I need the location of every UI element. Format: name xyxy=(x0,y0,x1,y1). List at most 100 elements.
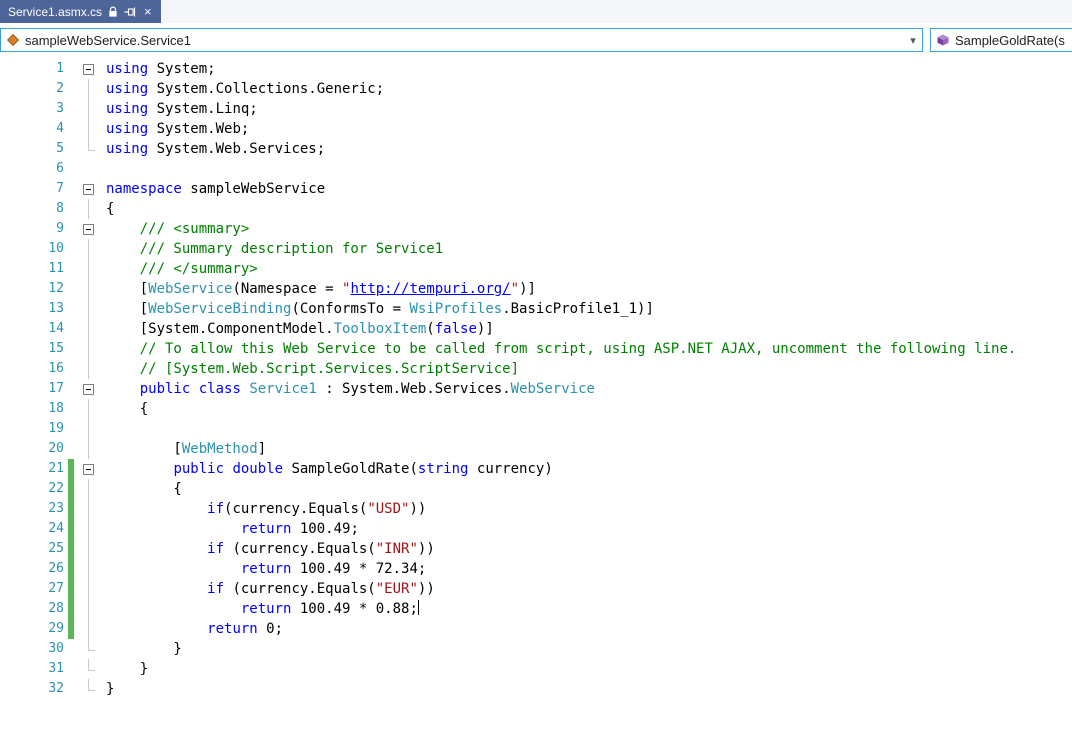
code-line[interactable]: 24 return 100.49; xyxy=(0,519,1072,539)
line-number[interactable]: 9 xyxy=(0,219,64,239)
line-number[interactable]: 10 xyxy=(0,239,64,259)
code-text[interactable]: { xyxy=(104,399,148,419)
code-text[interactable]: public class Service1 : System.Web.Servi… xyxy=(104,379,595,399)
code-text[interactable]: namespace sampleWebService xyxy=(104,179,325,199)
code-line[interactable]: 32} xyxy=(0,679,1072,699)
scope-dropdown[interactable]: sampleWebService.Service1 ▾ xyxy=(0,28,923,52)
code-line[interactable]: 25 if (currency.Equals("INR")) xyxy=(0,539,1072,559)
code-text[interactable]: } xyxy=(104,679,114,699)
code-line[interactable]: 5using System.Web.Services; xyxy=(0,139,1072,159)
code-text[interactable]: using System.Web; xyxy=(104,119,249,139)
code-line[interactable]: 22 { xyxy=(0,479,1072,499)
code-line[interactable]: 13 [WebServiceBinding(ConformsTo = WsiPr… xyxy=(0,299,1072,319)
code-text[interactable]: } xyxy=(104,639,182,659)
code-line[interactable]: 6 xyxy=(0,159,1072,179)
code-text[interactable]: using System.Collections.Generic; xyxy=(104,79,384,99)
line-number[interactable]: 18 xyxy=(0,399,64,419)
collapse-box-icon[interactable] xyxy=(83,64,94,75)
line-number[interactable]: 11 xyxy=(0,259,64,279)
code-text[interactable]: // [System.Web.Script.Services.ScriptSer… xyxy=(104,359,519,379)
code-text[interactable]: [WebMethod] xyxy=(104,439,266,459)
code-line[interactable]: 19 xyxy=(0,419,1072,439)
code-line[interactable]: 4 using System.Web; xyxy=(0,119,1072,139)
code-text[interactable]: return 100.49 * 72.34; xyxy=(104,559,426,579)
line-number[interactable]: 26 xyxy=(0,559,64,579)
code-line[interactable]: 21 public double SampleGoldRate(string c… xyxy=(0,459,1072,479)
code-line[interactable]: 20 [WebMethod] xyxy=(0,439,1072,459)
code-text[interactable]: public double SampleGoldRate(string curr… xyxy=(104,459,553,479)
line-number[interactable]: 7 xyxy=(0,179,64,199)
code-line[interactable]: 1 using System; xyxy=(0,59,1072,79)
code-line[interactable]: 8{ xyxy=(0,199,1072,219)
chevron-down-icon[interactable]: ▾ xyxy=(904,34,922,47)
fold-collapse-marker[interactable] xyxy=(74,459,104,479)
code-line[interactable]: 30 } xyxy=(0,639,1072,659)
line-number[interactable]: 14 xyxy=(0,319,64,339)
code-text[interactable]: using System.Web.Services; xyxy=(104,139,325,159)
line-number[interactable]: 31 xyxy=(0,659,64,679)
line-number[interactable]: 28 xyxy=(0,599,64,619)
code-line[interactable]: 10 /// Summary description for Service1 xyxy=(0,239,1072,259)
line-number[interactable]: 22 xyxy=(0,479,64,499)
code-line[interactable]: 12 [WebService(Namespace = "http://tempu… xyxy=(0,279,1072,299)
collapse-box-icon[interactable] xyxy=(83,384,94,395)
code-text[interactable]: { xyxy=(104,199,114,219)
close-icon[interactable]: × xyxy=(143,5,153,18)
code-line[interactable]: 3using System.Linq; xyxy=(0,99,1072,119)
code-line[interactable]: 17 public class Service1 : System.Web.Se… xyxy=(0,379,1072,399)
line-number[interactable]: 17 xyxy=(0,379,64,399)
member-dropdown[interactable]: SampleGoldRate(s xyxy=(930,28,1072,52)
code-text[interactable] xyxy=(104,159,106,179)
line-number[interactable]: 23 xyxy=(0,499,64,519)
code-line[interactable]: 16 // [System.Web.Script.Services.Script… xyxy=(0,359,1072,379)
line-number[interactable]: 12 xyxy=(0,279,64,299)
code-text[interactable]: } xyxy=(104,659,148,679)
line-number[interactable]: 6 xyxy=(0,159,64,179)
pin-icon[interactable] xyxy=(124,6,137,18)
code-text[interactable]: [System.ComponentModel.ToolboxItem(false… xyxy=(104,319,494,339)
code-text[interactable]: // To allow this Web Service to be calle… xyxy=(104,339,1016,359)
code-line[interactable]: 7 namespace sampleWebService xyxy=(0,179,1072,199)
code-line[interactable]: 18 { xyxy=(0,399,1072,419)
line-number[interactable]: 15 xyxy=(0,339,64,359)
code-line[interactable]: 29 return 0; xyxy=(0,619,1072,639)
line-number[interactable]: 20 xyxy=(0,439,64,459)
code-text[interactable]: return 100.49; xyxy=(104,519,359,539)
line-number[interactable]: 27 xyxy=(0,579,64,599)
code-text[interactable]: /// <summary> xyxy=(104,219,249,239)
collapse-box-icon[interactable] xyxy=(83,224,94,235)
fold-collapse-marker[interactable] xyxy=(74,179,104,199)
code-line[interactable]: 28 return 100.49 * 0.88; xyxy=(0,599,1072,619)
line-number[interactable]: 29 xyxy=(0,619,64,639)
line-number[interactable]: 8 xyxy=(0,199,64,219)
code-text[interactable]: if(currency.Equals("USD")) xyxy=(104,499,426,519)
line-number[interactable]: 21 xyxy=(0,459,64,479)
fold-collapse-marker[interactable] xyxy=(74,59,104,79)
code-text[interactable]: using System.Linq; xyxy=(104,99,258,119)
code-text[interactable] xyxy=(104,419,106,439)
code-line[interactable]: 26 return 100.49 * 72.34; xyxy=(0,559,1072,579)
line-number[interactable]: 24 xyxy=(0,519,64,539)
line-number[interactable]: 25 xyxy=(0,539,64,559)
code-text[interactable]: /// Summary description for Service1 xyxy=(104,239,443,259)
line-number[interactable]: 4 xyxy=(0,119,64,139)
line-number[interactable]: 1 xyxy=(0,59,64,79)
code-text[interactable]: /// </summary> xyxy=(104,259,258,279)
code-text[interactable]: return 100.49 * 0.88; xyxy=(104,599,419,619)
code-line[interactable]: 11 /// </summary> xyxy=(0,259,1072,279)
fold-collapse-marker[interactable] xyxy=(74,379,104,399)
tab-service1[interactable]: Service1.asmx.cs × xyxy=(0,0,161,23)
line-number[interactable]: 13 xyxy=(0,299,64,319)
code-text[interactable]: using System; xyxy=(104,59,216,79)
line-number[interactable]: 19 xyxy=(0,419,64,439)
code-text[interactable]: if (currency.Equals("INR")) xyxy=(104,539,435,559)
code-line[interactable]: 14 [System.ComponentModel.ToolboxItem(fa… xyxy=(0,319,1072,339)
line-number[interactable]: 30 xyxy=(0,639,64,659)
code-text[interactable]: return 0; xyxy=(104,619,283,639)
collapse-box-icon[interactable] xyxy=(83,184,94,195)
code-text[interactable]: if (currency.Equals("EUR")) xyxy=(104,579,435,599)
line-number[interactable]: 16 xyxy=(0,359,64,379)
code-text[interactable]: [WebService(Namespace = "http://tempuri.… xyxy=(104,279,536,299)
code-text[interactable]: { xyxy=(104,479,182,499)
fold-collapse-marker[interactable] xyxy=(74,219,104,239)
